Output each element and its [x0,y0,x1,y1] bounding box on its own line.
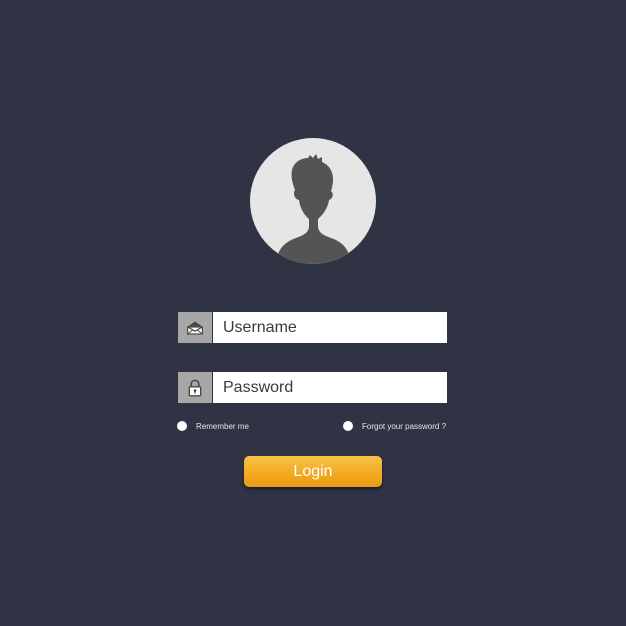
password-icon-box [178,372,212,403]
remember-me-option[interactable]: Remember me [177,421,249,431]
login-button[interactable]: Login [244,456,382,487]
password-field [178,372,447,403]
avatar [250,138,376,264]
remember-me-radio[interactable] [177,421,187,431]
password-input[interactable] [213,372,447,403]
forgot-password-label: Forgot your password ? [362,421,447,431]
envelope-icon [187,321,204,335]
remember-me-label: Remember me [196,421,249,431]
forgot-password-radio[interactable] [343,421,353,431]
lock-icon [188,378,202,397]
forgot-password-option[interactable]: Forgot your password ? [343,421,446,431]
username-icon-box [178,312,212,343]
user-silhouette-icon [276,154,351,264]
username-input[interactable] [213,312,447,343]
username-field [178,312,447,343]
